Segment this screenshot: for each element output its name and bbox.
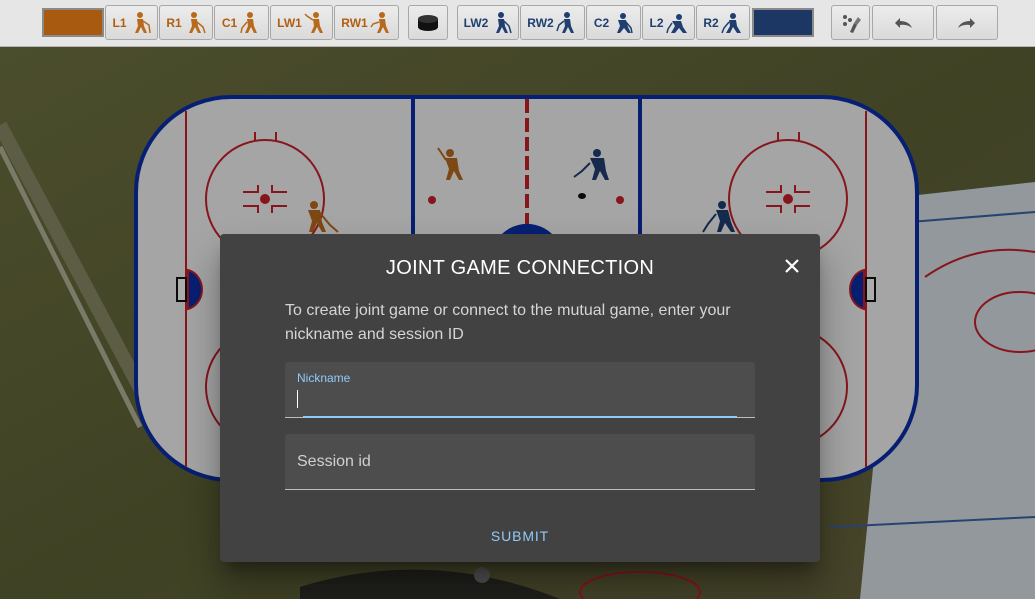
puck-icon <box>418 14 438 31</box>
player-button-rw1[interactable]: RW1 <box>334 5 399 40</box>
skater-icon <box>556 11 574 33</box>
close-icon <box>785 259 799 273</box>
toolbar: L1 R1 C1 LW1 RW1 LW2 RW2 C2 L2 R2 <box>0 0 1035 47</box>
session-id-field[interactable]: Session id <box>285 434 755 490</box>
player-label: C2 <box>593 15 610 30</box>
text-cursor <box>297 390 298 408</box>
dialog-title: JOINT GAME CONNECTION <box>385 257 655 279</box>
skater-icon <box>240 11 258 33</box>
player-label: R2 <box>703 15 719 30</box>
player-label: RW1 <box>341 15 368 30</box>
team1-color-swatch[interactable] <box>42 8 104 37</box>
player-button-r2[interactable]: R2 <box>696 5 750 40</box>
submit-button[interactable]: SUBMIT <box>475 522 565 550</box>
joint-game-dialog: JOINT GAME CONNECTION To create joint ga… <box>220 234 820 562</box>
undo-icon <box>895 17 912 28</box>
skater-icon <box>370 11 389 33</box>
redo-button[interactable] <box>936 5 998 40</box>
player-label: L1 <box>112 15 127 30</box>
undo-button[interactable] <box>872 5 934 40</box>
nickname-label: Nickname <box>297 371 351 385</box>
skater-icon <box>134 11 151 33</box>
nickname-field[interactable]: Nickname <box>285 362 755 418</box>
player-label: C1 <box>221 15 238 30</box>
skater-icon <box>665 13 687 33</box>
player-label: L2 <box>649 15 664 30</box>
skater-icon <box>188 11 206 33</box>
player-button-c2[interactable]: C2 <box>586 5 641 40</box>
skater-icon <box>617 12 633 33</box>
player-label: RW2 <box>527 15 554 30</box>
skater-icon <box>720 12 741 33</box>
player-label: LW1 <box>277 15 302 30</box>
skater-icon <box>304 11 323 33</box>
player-button-l2[interactable]: L2 <box>642 5 695 40</box>
player-button-lw2[interactable]: LW2 <box>457 5 519 40</box>
session-id-input[interactable] <box>297 456 737 484</box>
dialog-description: To create joint game or connect to the m… <box>285 302 731 343</box>
draw-tool-icon <box>842 14 861 33</box>
close-button[interactable] <box>780 254 804 278</box>
team2-color-swatch[interactable] <box>752 8 814 37</box>
redo-icon <box>958 17 975 28</box>
player-label: R1 <box>166 15 182 30</box>
player-button-lw1[interactable]: LW1 <box>270 5 333 40</box>
focus-underline <box>303 416 737 418</box>
nickname-input[interactable] <box>297 384 737 412</box>
player-label: LW2 <box>463 15 489 30</box>
puck-button[interactable] <box>408 5 448 40</box>
player-button-c1[interactable]: C1 <box>214 5 269 40</box>
skater-icon <box>496 11 513 33</box>
draw-tool-button[interactable] <box>831 5 870 40</box>
player-button-r1[interactable]: R1 <box>159 5 213 40</box>
player-button-rw2[interactable]: RW2 <box>520 5 585 40</box>
player-button-l1[interactable]: L1 <box>105 5 158 40</box>
